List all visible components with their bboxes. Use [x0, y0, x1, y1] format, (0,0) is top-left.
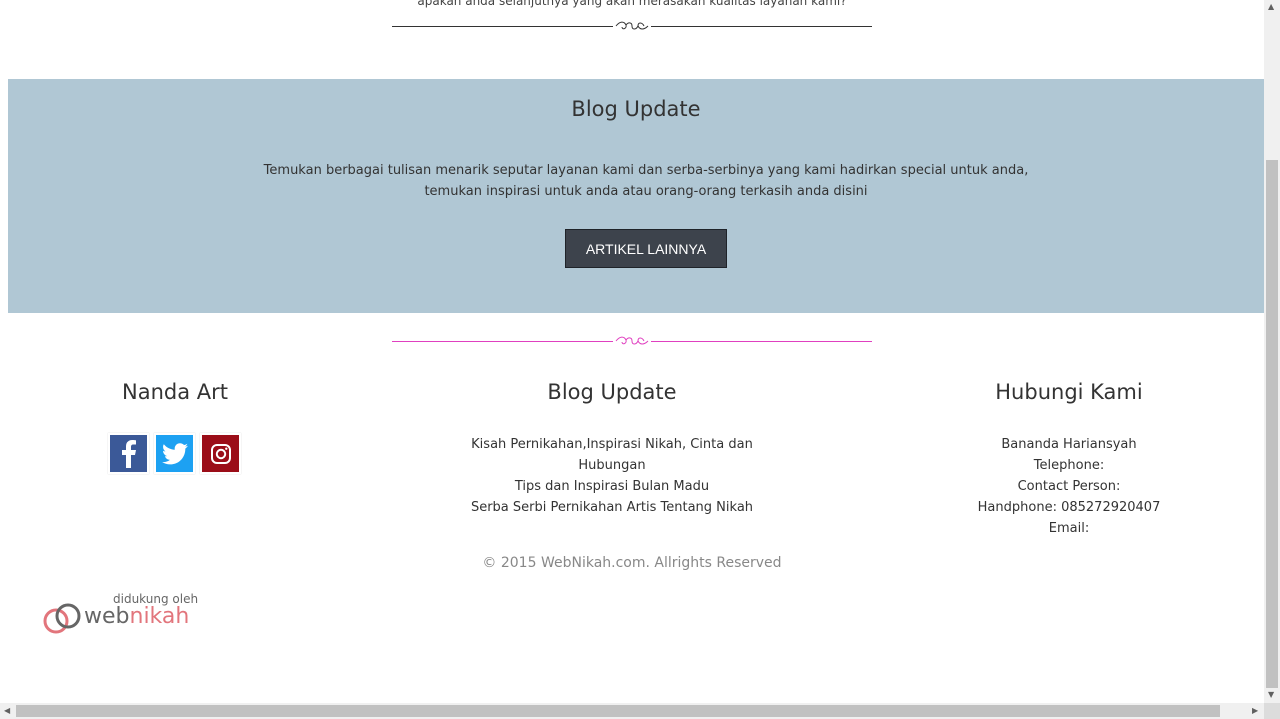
- horizontal-scroll-thumb[interactable]: [16, 705, 1220, 717]
- scroll-right-arrow-icon[interactable]: ▶: [1252, 706, 1258, 715]
- twitter-icon[interactable]: [154, 433, 195, 474]
- webnikah-rings-logo: [43, 603, 81, 634]
- vertical-scrollbar[interactable]: ▲ ▼: [1264, 0, 1280, 703]
- blog-update-band: Blog Update Temukan berbagai tulisan men…: [8, 79, 1264, 313]
- band-description: Temukan berbagai tulisan menarik seputar…: [8, 160, 1264, 202]
- facebook-icon[interactable]: [108, 433, 149, 474]
- ornament-divider-pink: [392, 335, 872, 347]
- intro-text: apakan anda selanjutnya yang akan merasa…: [417, 0, 847, 8]
- contact-telephone: Telephone:: [1033, 458, 1105, 473]
- scroll-left-arrow-icon[interactable]: ◀: [4, 706, 10, 715]
- flourish-icon: [615, 21, 649, 30]
- more-articles-button[interactable]: ARTIKEL LAINNYA: [565, 229, 727, 268]
- social-links: [108, 433, 246, 474]
- blog-title: Blog Update: [547, 380, 677, 404]
- blog-link-1[interactable]: Kisah Pernikahan,Inspirasi Nikah, Cinta …: [442, 434, 782, 476]
- horizontal-scrollbar[interactable]: ◀ ▶: [0, 703, 1264, 719]
- contact-info: Bananda Hariansyah Telephone: Contact Pe…: [954, 434, 1184, 539]
- supported-by-webnikah[interactable]: didukung oleh webnikah: [42, 592, 212, 638]
- copyright-text: © 2015 WebNikah.com. Allrights Reserved: [482, 555, 782, 571]
- contact-person: Contact Person:: [1017, 479, 1121, 494]
- blog-links-list: Kisah Pernikahan,Inspirasi Nikah, Cinta …: [442, 434, 782, 518]
- blog-link-2[interactable]: Tips dan Inspirasi Bulan Madu: [442, 476, 782, 497]
- vertical-scroll-thumb[interactable]: [1266, 160, 1278, 688]
- scroll-down-arrow-icon[interactable]: ▼: [1268, 690, 1274, 699]
- contact-handphone: Handphone: 085272920407: [977, 500, 1161, 515]
- contact-title: Hubungi Kami: [995, 380, 1143, 404]
- band-description-line-2: temukan inspirasi untuk anda atau orang-…: [424, 184, 868, 199]
- instagram-icon[interactable]: [200, 433, 241, 474]
- brand-title: Nanda Art: [122, 380, 228, 404]
- scrollbar-corner: [1264, 703, 1280, 719]
- flourish-pink-icon: [615, 336, 649, 345]
- webnikah-logo-text: webnikah: [84, 604, 190, 629]
- page: apakan anda selanjutnya yang akan merasa…: [0, 0, 1264, 703]
- scroll-up-arrow-icon[interactable]: ▲: [1268, 2, 1274, 11]
- band-description-line-1: Temukan berbagai tulisan menarik seputar…: [263, 163, 1029, 178]
- band-title: Blog Update: [571, 97, 701, 121]
- blog-link-3[interactable]: Serba Serbi Pernikahan Artis Tentang Nik…: [442, 497, 782, 518]
- contact-name: Bananda Hariansyah: [1001, 437, 1137, 452]
- ornament-divider-top: [392, 20, 872, 32]
- contact-email: Email:: [1048, 521, 1090, 536]
